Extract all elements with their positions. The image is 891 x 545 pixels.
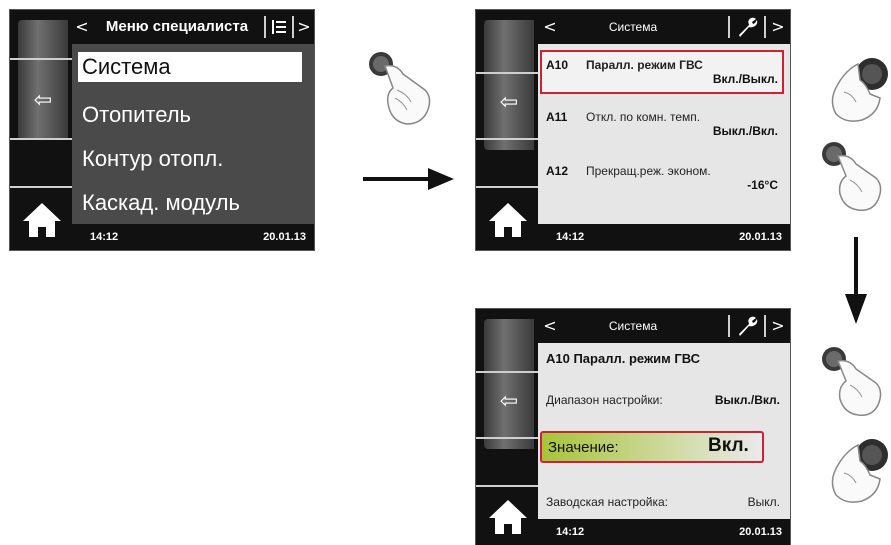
value-value: Вкл. [708, 435, 749, 456]
header-bar: < Меню специалиста > [72, 10, 314, 44]
range-label: Диапазон настройки: [546, 393, 663, 407]
hand-press-icon [822, 347, 882, 417]
nav-forward-button[interactable]: > [770, 10, 786, 44]
menu-item-cascade-module[interactable]: Каскад. модуль [78, 188, 240, 218]
param-name[interactable]: Откл. по комн. темп. [586, 110, 700, 124]
nav-back-button[interactable]: < [74, 10, 90, 44]
back-arrow-icon[interactable]: ⇦ [18, 88, 68, 113]
time-display: 14:12 [90, 231, 119, 243]
status-bar: 14:12 20.01.13 [72, 224, 314, 250]
factory-value: Выкл. [747, 495, 780, 509]
arrow-right-head [428, 168, 454, 190]
hand-press-icon [367, 50, 439, 130]
date-display: 20.01.13 [739, 526, 782, 538]
menu-list: Система Отопитель Контур отопл. Каскад. … [72, 44, 314, 224]
arrow-down-head [845, 294, 867, 324]
nav-forward-button[interactable]: > [770, 309, 786, 343]
date-display: 20.01.13 [739, 231, 782, 243]
param-name: Паралл. режим ГВС [586, 58, 703, 72]
header-title: Система [608, 20, 658, 34]
param-title: A10 Паралл. режим ГВС [546, 351, 701, 366]
side-panel: ⇦ [476, 10, 538, 250]
header-title: Система [608, 319, 658, 333]
home-icon[interactable] [486, 497, 530, 537]
hand-press-icon [822, 142, 882, 212]
range-value: Выкл./Вкл. [714, 393, 780, 407]
home-icon[interactable] [20, 200, 64, 240]
home-icon[interactable] [486, 200, 530, 240]
menu-item-system[interactable]: Система [78, 52, 302, 82]
factory-label: Заводская настройка: [546, 495, 668, 509]
param-code: A11 [546, 110, 568, 124]
panel-param-edit: ⇦ < Система > A10 Паралл. режим ГВС Диап… [476, 309, 790, 545]
status-bar: 14:12 20.01.13 [538, 224, 790, 250]
back-arrow-icon[interactable]: ⇦ [484, 90, 534, 115]
arrow-down-icon [854, 237, 858, 297]
param-value: Выкл./Вкл. [712, 124, 778, 138]
param-value: Вкл./Выкл. [712, 72, 778, 86]
panel-specialist-menu: ⇦ < Меню специалиста > Система Отопитель… [10, 10, 314, 250]
header-bar: < Система > [538, 309, 790, 343]
status-bar: 14:12 20.01.13 [538, 519, 790, 545]
nav-back-button[interactable]: < [542, 309, 558, 343]
menu-item-boiler[interactable]: Отопитель [78, 100, 191, 130]
back-arrow-icon[interactable]: ⇦ [484, 389, 534, 414]
panel-system-list: ⇦ < Система > A10 Паралл. режим ГВС Вкл.… [476, 10, 790, 250]
wrench-icon[interactable] [736, 16, 758, 38]
hand-rotate-icon [831, 439, 888, 503]
menu-item-heating-circuit[interactable]: Контур отопл. [78, 144, 223, 174]
side-panel: ⇦ [10, 10, 72, 250]
time-display: 14:12 [556, 231, 585, 243]
hand-rotate-icon [831, 58, 888, 122]
param-list: A10 Паралл. режим ГВС Вкл./Выкл. A11 Отк… [538, 44, 790, 224]
nav-back-button[interactable]: < [542, 10, 558, 44]
header-bar: < Система > [538, 10, 790, 44]
wrench-icon[interactable] [736, 315, 758, 337]
param-code: A12 [546, 164, 569, 178]
nav-forward-button[interactable]: > [296, 10, 312, 44]
side-panel: ⇦ [476, 309, 538, 545]
param-value: -16°C [747, 178, 778, 192]
list-icon[interactable] [272, 20, 286, 34]
value-label: Значение: [548, 439, 619, 456]
header-title: Меню специалиста [105, 18, 249, 35]
param-detail: A10 Паралл. режим ГВС Диапазон настройки… [538, 343, 790, 519]
time-display: 14:12 [556, 526, 585, 538]
arrow-right-icon [363, 177, 433, 181]
param-code: A10 [546, 58, 569, 72]
param-name[interactable]: Прекращ.реж. эконом. [586, 164, 711, 178]
date-display: 20.01.13 [263, 231, 306, 243]
